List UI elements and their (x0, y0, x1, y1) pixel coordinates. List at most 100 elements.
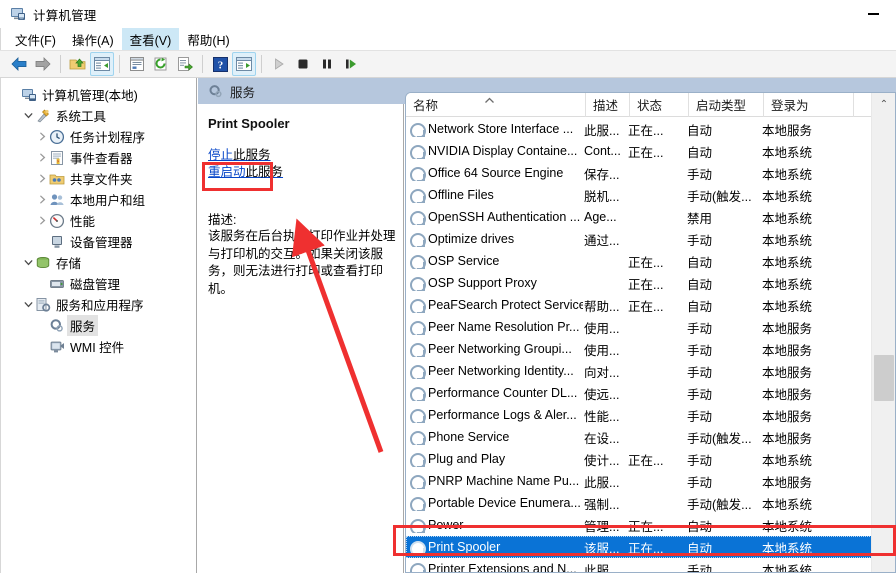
stop-service-button[interactable] (291, 52, 315, 76)
service-name-text: PNRP Machine Name Pu... (428, 474, 580, 488)
description-text: 该服务在后台执行打印作业并处理与打印机的交互。如果关闭该服务，则无法进行打印或查… (208, 229, 396, 296)
title-bar: 计算机管理 (0, 0, 896, 28)
table-row[interactable]: Phone Service 在设... 手动(触发... 本地服务 (406, 426, 872, 448)
computer-icon (21, 87, 37, 103)
tree-item-0[interactable]: 计算机管理(本地) (7, 84, 196, 105)
table-row[interactable]: Performance Counter DL... 使远... 手动 本地服务 (406, 382, 872, 404)
table-row[interactable]: Peer Name Resolution Pr... 使用... 手动 本地服务 (406, 316, 872, 338)
menu-action[interactable]: 操作(A) (64, 28, 122, 51)
cell-description: 通过... (584, 233, 620, 248)
column-header-start[interactable]: 启动类型 (689, 93, 764, 117)
cell-logon-as: 本地服务 (762, 343, 813, 358)
service-name-text: OpenSSH Authentication ... (428, 210, 581, 224)
service-gear-icon (409, 496, 426, 511)
chevron-right-icon[interactable] (35, 132, 49, 141)
restart-link-suffix: 此服务 (245, 165, 284, 179)
back-button[interactable] (7, 52, 31, 76)
table-row[interactable]: OSP Service 正在... 自动 本地系统 (406, 250, 872, 272)
tree-item-11[interactable]: 服务 (7, 315, 196, 336)
menu-view[interactable]: 查看(V) (121, 27, 180, 51)
table-row[interactable]: PNRP Machine Name Pu... 此服... 手动 本地服务 (406, 470, 872, 492)
scroll-up-arrow-icon[interactable]: ⌃ (872, 93, 895, 115)
cell-status: 正在... (628, 277, 664, 292)
table-row[interactable]: Plug and Play 使计... 正在... 手动 本地系统 (406, 448, 872, 470)
table-row[interactable]: Portable Device Enumera... 强制... 手动(触发... 本… (406, 492, 872, 514)
service-gear-icon (409, 188, 426, 203)
cell-service-name: Peer Networking Groupi... (406, 342, 583, 357)
chevron-right-icon[interactable] (35, 216, 49, 225)
refresh-button[interactable] (149, 52, 173, 76)
chevron-down-icon[interactable] (21, 300, 35, 309)
column-header-logon[interactable]: 登录为 (764, 93, 854, 117)
column-header-state[interactable]: 状态 (630, 93, 689, 117)
vertical-scrollbar[interactable]: ⌃ (871, 93, 895, 572)
restart-service-link[interactable]: 重启动此服务 (208, 164, 396, 181)
table-row[interactable]: OSP Support Proxy 正在... 自动 本地系统 (406, 272, 872, 294)
cell-logon-as: 本地系统 (762, 497, 813, 512)
column-header-label: 描述 (593, 99, 619, 113)
table-row[interactable]: Power 管理... 正在... 自动 本地系统 (406, 514, 872, 536)
cell-startup-type: 手动 (687, 563, 713, 573)
services-list-rows: Network Store Interface ... 此服... 正在... 自动本… (406, 118, 872, 573)
tree-item-10[interactable]: 服务和应用程序 (7, 294, 196, 315)
menu-file[interactable]: 文件(F) (7, 28, 64, 51)
column-header-desc[interactable]: 描述 (586, 93, 630, 117)
tree-item-label: 系统工具 (56, 110, 107, 124)
cell-service-name: Print Spooler (406, 540, 583, 555)
table-row[interactable]: Printer Extensions and N... 此服... 手动 本地系统 (406, 558, 872, 573)
table-row[interactable]: NVIDIA Display Containe... Cont... 正在... 自动… (406, 140, 872, 162)
up-folder-button[interactable] (66, 52, 90, 76)
tree-item-4[interactable]: 共享文件夹 (7, 168, 196, 189)
table-row[interactable]: PeaFSearch Protect Service 帮助... 正在... 自动 本地… (406, 294, 872, 316)
start-service-button[interactable] (267, 52, 291, 76)
tree-item-label: 共享文件夹 (70, 173, 133, 187)
tree-item-8[interactable]: 存储 (7, 252, 196, 273)
cell-description: 强制... (584, 497, 620, 512)
chevron-right-icon[interactable] (35, 153, 49, 162)
forward-button[interactable] (31, 52, 55, 76)
table-row[interactable]: Offline Files 脱机... 手动(触发... 本地系统 (406, 184, 872, 206)
service-gear-icon (409, 430, 426, 445)
cell-description: 使计... (584, 453, 620, 468)
table-row[interactable]: Peer Networking Groupi... 使用... 手动 本地服务 (406, 338, 872, 360)
table-row[interactable]: Peer Networking Identity... 向对... 手动 本地服务 (406, 360, 872, 382)
restart-service-button[interactable] (339, 52, 363, 76)
show-hide-console-tree-button[interactable] (90, 52, 114, 76)
chevron-right-icon[interactable] (35, 195, 49, 204)
chevron-down-icon[interactable] (21, 258, 35, 267)
help-button[interactable]: ? (208, 52, 232, 76)
menu-help[interactable]: 帮助(H) (179, 28, 237, 51)
minimize-button[interactable] (850, 0, 896, 28)
show-action-pane-button[interactable] (232, 52, 256, 76)
cell-startup-type: 手动 (687, 409, 713, 424)
table-row[interactable]: OpenSSH Authentication ... Age... 禁用 本地系统 (406, 206, 872, 228)
column-header-label: 名称 (413, 99, 439, 113)
column-header-name[interactable]: 名称 (406, 93, 586, 117)
tree-item-1[interactable]: 系统工具 (7, 105, 196, 126)
tree-item-12[interactable]: WMI 控件 (7, 336, 196, 357)
cell-startup-type: 手动(触发... (687, 431, 752, 446)
tree-item-9[interactable]: 磁盘管理 (7, 273, 196, 294)
properties-button[interactable] (125, 52, 149, 76)
services-icon (208, 84, 223, 99)
tree-item-2[interactable]: 任务计划程序 (7, 126, 196, 147)
tree-item-7[interactable]: 设备管理器 (7, 231, 196, 252)
tree-item-3[interactable]: 事件查看器 (7, 147, 196, 168)
chevron-down-icon[interactable] (21, 111, 35, 120)
cell-logon-as: 本地系统 (762, 189, 813, 204)
table-row[interactable]: Network Store Interface ... 此服... 正在... 自动 本… (406, 118, 872, 140)
export-list-button[interactable] (173, 52, 197, 76)
console-tree-pane: 计算机管理(本地) 系统工具任务计划程序 事件查看器共享文件夹本地用户和组 性能 设备管… (0, 78, 197, 573)
table-row[interactable]: Optimize drives 通过... 手动 本地系统 (406, 228, 872, 250)
toolbar-separator (202, 55, 203, 73)
stop-service-link[interactable]: 停止此服务 (208, 147, 396, 164)
tree-item-6[interactable]: 性能 (7, 210, 196, 231)
tree-item-5[interactable]: 本地用户和组 (7, 189, 196, 210)
cell-description: 帮助... (584, 299, 620, 314)
table-row[interactable]: Print Spooler 该服... 正在... 自动 本地系统 (406, 536, 872, 558)
chevron-right-icon[interactable] (35, 174, 49, 183)
pause-service-button[interactable] (315, 52, 339, 76)
table-row[interactable]: Office 64 Source Engine 保存... 手动 本地系统 (406, 162, 872, 184)
scrollbar-thumb[interactable] (874, 355, 894, 401)
table-row[interactable]: Performance Logs & Aler... 性能... 手动 本地服务 (406, 404, 872, 426)
